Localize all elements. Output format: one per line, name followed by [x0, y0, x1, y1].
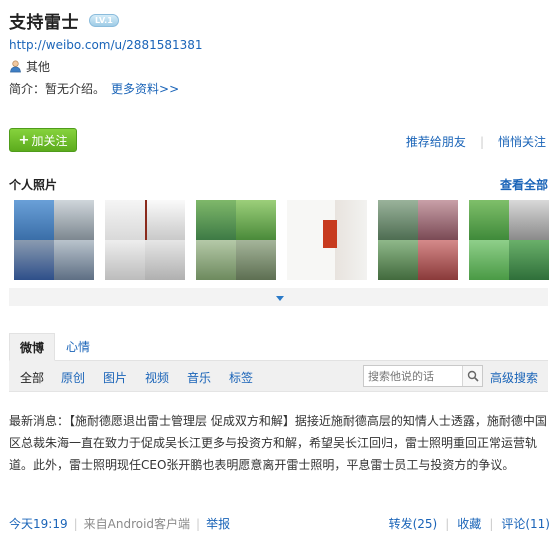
gender-row: 其他: [9, 58, 50, 75]
comment-link[interactable]: 评论(11): [501, 515, 550, 532]
divider: |: [73, 516, 78, 531]
divider: |: [479, 134, 484, 149]
secret-follow-link[interactable]: 悄悄关注: [498, 133, 546, 150]
photo-thumbnail[interactable]: [469, 200, 549, 280]
follow-button[interactable]: + 加关注: [9, 128, 77, 152]
profile-name: 支持雷士: [9, 13, 79, 33]
search-input[interactable]: [364, 366, 462, 386]
photo-thumbnail[interactable]: [287, 200, 367, 280]
advanced-search-link[interactable]: 高级搜索: [490, 369, 538, 386]
expand-down-icon[interactable]: [276, 296, 284, 301]
post-source: 来自Android客户端: [83, 517, 191, 531]
person-icon: [10, 60, 21, 73]
see-all-link[interactable]: 查看全部: [500, 176, 548, 193]
intro-label: 简介：暂无介绍。: [9, 82, 106, 96]
filter-tags[interactable]: 标签: [229, 369, 253, 386]
search-icon: [467, 370, 479, 382]
photo-thumbnail[interactable]: [196, 200, 276, 280]
filter-videos[interactable]: 视频: [145, 369, 169, 386]
photos-header: 个人照片 查看全部: [9, 176, 548, 193]
filter-music[interactable]: 音乐: [187, 369, 211, 386]
intro-row: 简介：暂无介绍。 更多资料>>: [9, 80, 179, 97]
post-meta: 今天19:19 | 来自Android客户端 | 举报 转发(25) | 收藏 …: [9, 515, 550, 532]
post-time-link[interactable]: 今天19:19: [9, 515, 68, 532]
profile-header: 支持雷士 LV.1: [9, 8, 119, 33]
photo-thumbnail[interactable]: [105, 200, 185, 280]
action-links: 推荐给朋友 | 悄悄关注: [406, 133, 546, 150]
search-button[interactable]: [462, 366, 482, 386]
profile-url-link[interactable]: http://weibo.com/u/2881581381: [9, 38, 203, 52]
filter-original[interactable]: 原创: [61, 369, 85, 386]
more-info-link[interactable]: 更多资料>>: [111, 80, 179, 97]
photo-thumbnail[interactable]: [14, 200, 94, 280]
post-meta-left: 今天19:19 | 来自Android客户端 | 举报: [9, 515, 230, 532]
post-meta-right: 转发(25) | 收藏 | 评论(11): [389, 515, 550, 532]
feed-tabs: 微博 心情: [9, 333, 548, 361]
divider: |: [196, 516, 201, 531]
photo-thumbnails: [14, 200, 549, 280]
filter-bar: 全部 原创 图片 视频 音乐 标签 高级搜索: [9, 361, 548, 392]
photos-title: 个人照片: [9, 178, 58, 192]
tab-weibo[interactable]: 微博: [9, 333, 55, 361]
divider: |: [489, 516, 494, 531]
follow-label: 加关注: [31, 133, 68, 148]
post-text: 最新消息：【施耐德愿退出雷士管理层 促成双方和解】据接近施耐德高层的知情人士透露…: [9, 414, 547, 472]
filter-all[interactable]: 全部: [20, 369, 44, 386]
gender-label: 其他: [26, 60, 51, 74]
repost-link[interactable]: 转发(25): [389, 515, 438, 532]
tab-mood[interactable]: 心情: [66, 333, 90, 361]
search-box: [363, 365, 483, 387]
favorite-link[interactable]: 收藏: [457, 515, 481, 532]
recommend-link[interactable]: 推荐给朋友: [406, 133, 466, 150]
photo-thumbnail[interactable]: [378, 200, 458, 280]
divider: |: [445, 516, 450, 531]
level-badge: LV.1: [89, 14, 119, 27]
report-link[interactable]: 举报: [206, 515, 230, 532]
plus-icon: +: [18, 132, 30, 148]
filter-images[interactable]: 图片: [103, 369, 127, 386]
